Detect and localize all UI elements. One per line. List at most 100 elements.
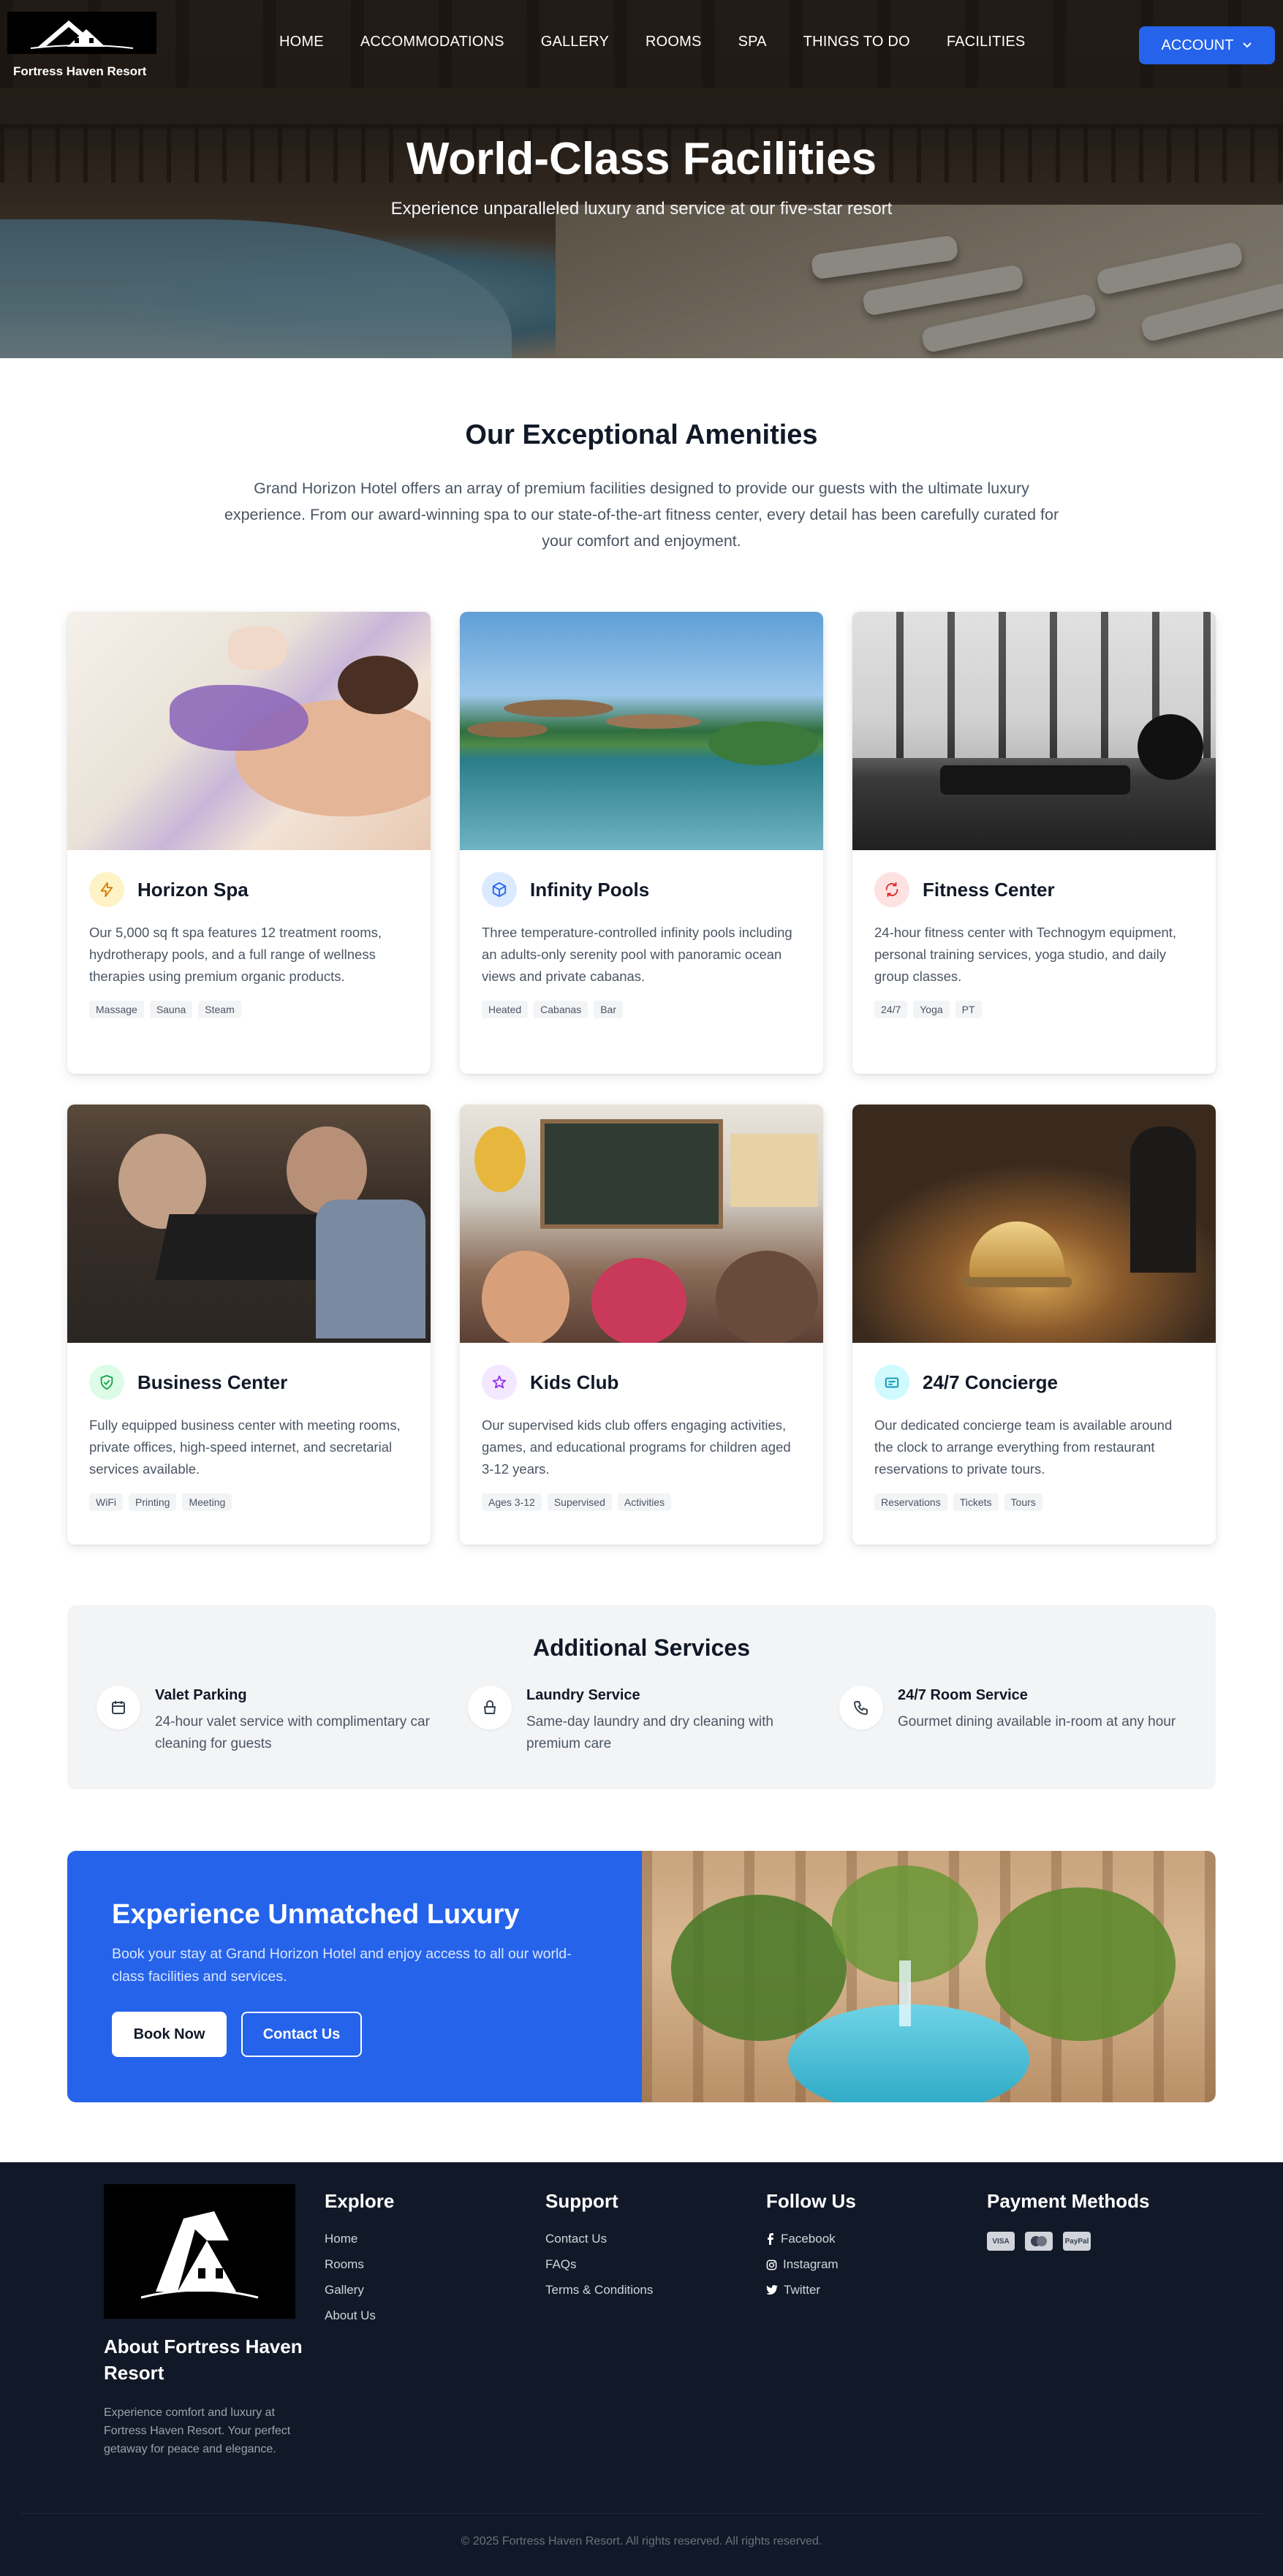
facility-description: Fully equipped business center with meet… xyxy=(89,1417,401,1477)
basket-icon xyxy=(468,1686,512,1730)
footer-explore: Explore Home Rooms Gallery About Us xyxy=(325,2190,394,2334)
nav-accommodations[interactable]: ACCOMMODATIONS xyxy=(360,34,504,50)
service-description: Gourmet dining available in-room at any … xyxy=(898,1714,1176,1730)
account-button[interactable]: ACCOUNT xyxy=(1139,26,1275,64)
hero-banner: Fortress Haven Resort HOME ACCOMMODATION… xyxy=(0,0,1283,358)
footer-link-twitter[interactable]: Twitter xyxy=(766,2283,856,2297)
cta-title: Experience Unmatched Luxury xyxy=(112,1899,520,1930)
footer-link-terms[interactable]: Terms & Conditions xyxy=(545,2283,653,2297)
footer-about-text: Experience comfort and luxury at Fortres… xyxy=(104,2406,291,2455)
facility-card-business[interactable]: Business Center Fully equipped business … xyxy=(67,1105,431,1545)
facility-description: Three temperature-controlled infinity po… xyxy=(482,925,792,984)
facility-title: Business Center xyxy=(137,1371,288,1393)
facility-title: Kids Club xyxy=(530,1371,619,1393)
footer-link-home[interactable]: Home xyxy=(325,2232,394,2246)
additional-services-title: Additional Services xyxy=(533,1634,750,1661)
service-title: Valet Parking xyxy=(155,1687,247,1703)
facility-card-kids[interactable]: Kids Club Our supervised kids club offer… xyxy=(460,1105,823,1545)
cta-text: Book your stay at Grand Horizon Hotel an… xyxy=(112,1946,572,1985)
facility-description: 24-hour fitness center with Technogym eq… xyxy=(874,925,1177,984)
footer-logo[interactable] xyxy=(104,2184,295,2319)
mastercard-icon xyxy=(1025,2232,1053,2251)
contact-us-button[interactable]: Contact Us xyxy=(241,2012,362,2057)
facility-description: Our supervised kids club offers engaging… xyxy=(482,1417,791,1477)
service-room-service: 24/7 Room Service Gourmet dining availab… xyxy=(839,1686,1183,1733)
facility-tags: Reservations Tickets Tours xyxy=(874,1493,1194,1511)
footer-link-facebook[interactable]: Facebook xyxy=(766,2232,856,2246)
payment-methods: VISA PayPal xyxy=(987,2232,1150,2251)
facility-title: Horizon Spa xyxy=(137,878,249,901)
service-valet-parking: Valet Parking 24-hour valet service with… xyxy=(96,1686,440,1755)
nav-spa[interactable]: SPA xyxy=(738,34,767,50)
main-nav: HOME ACCOMMODATIONS GALLERY ROOMS SPA TH… xyxy=(279,34,1061,50)
tag: Supervised xyxy=(547,1493,612,1511)
account-label: ACCOUNT xyxy=(1161,37,1234,53)
footer-link-about[interactable]: About Us xyxy=(325,2308,394,2323)
footer-link-contact[interactable]: Contact Us xyxy=(545,2232,653,2246)
nav-home[interactable]: HOME xyxy=(279,34,324,50)
facility-tags: Ages 3-12 Supervised Activities xyxy=(482,1493,801,1511)
tag: Bar xyxy=(594,1001,623,1018)
calendar-icon xyxy=(96,1686,140,1730)
tag: Sauna xyxy=(149,1001,193,1018)
footer-support: Support Contact Us FAQs Terms & Conditio… xyxy=(545,2190,653,2308)
tag: 24/7 xyxy=(874,1001,908,1018)
shield-check-icon xyxy=(89,1365,124,1400)
brand-name[interactable]: Fortress Haven Resort xyxy=(13,64,146,79)
footer-explore-title: Explore xyxy=(325,2190,395,2212)
footer-payment: Payment Methods VISA PayPal xyxy=(987,2190,1150,2251)
facility-title: Infinity Pools xyxy=(530,878,650,901)
footer-follow: Follow Us Facebook Instagram Twitter xyxy=(766,2190,856,2308)
copyright: © 2025 Fortress Haven Resort. All rights… xyxy=(461,2535,822,2547)
tag: Steam xyxy=(198,1001,241,1018)
nav-things-to-do[interactable]: THINGS TO DO xyxy=(803,34,910,50)
footer-support-title: Support xyxy=(545,2190,618,2212)
facebook-label: Facebook xyxy=(781,2232,836,2246)
footer-follow-title: Follow Us xyxy=(766,2190,856,2212)
paypal-icon: PayPal xyxy=(1063,2232,1091,2251)
twitter-label: Twitter xyxy=(784,2283,821,2297)
tag: Massage xyxy=(89,1001,144,1018)
tag: Yoga xyxy=(913,1001,950,1018)
nav-rooms[interactable]: ROOMS xyxy=(646,34,702,50)
tag: Printing xyxy=(129,1493,177,1511)
bolt-icon xyxy=(89,872,124,907)
tag: Reservations xyxy=(874,1493,947,1511)
footer-link-gallery[interactable]: Gallery xyxy=(325,2283,394,2297)
footer-link-faqs[interactable]: FAQs xyxy=(545,2257,653,2272)
facility-card-pools[interactable]: Infinity Pools Three temperature-control… xyxy=(460,612,823,1074)
cube-icon xyxy=(482,872,517,907)
footer-payment-title: Payment Methods xyxy=(987,2190,1150,2212)
nav-gallery[interactable]: GALLERY xyxy=(541,34,609,50)
footer-about-title: About Fortress Haven Resort xyxy=(104,2336,303,2384)
facility-card-fitness[interactable]: Fitness Center 24-hour fitness center wi… xyxy=(852,612,1216,1074)
footer-divider xyxy=(20,2513,1263,2514)
book-now-button[interactable]: Book Now xyxy=(112,2012,227,2057)
logo[interactable] xyxy=(7,12,156,54)
visa-icon: VISA xyxy=(987,2232,1015,2251)
cta-panel: Experience Unmatched Luxury Book your st… xyxy=(67,1851,642,2102)
house-logo-icon xyxy=(30,20,134,49)
fitness-photo xyxy=(852,612,1216,850)
footer-link-rooms[interactable]: Rooms xyxy=(325,2257,394,2272)
facility-card-concierge[interactable]: 24/7 Concierge Our dedicated concierge t… xyxy=(852,1105,1216,1545)
site-footer: About Fortress Haven Resort Experience c… xyxy=(0,2162,1283,2576)
hero-subtitle: Experience unparalleled luxury and servi… xyxy=(390,199,893,219)
tag: Tours xyxy=(1004,1493,1042,1511)
amenities-intro: Grand Horizon Hotel offers an array of p… xyxy=(224,480,1059,550)
facility-card-spa[interactable]: Horizon Spa Our 5,000 sq ft spa features… xyxy=(67,612,431,1074)
tag: WiFi xyxy=(89,1493,123,1511)
tag: Ages 3-12 xyxy=(482,1493,542,1511)
phone-icon xyxy=(839,1686,883,1730)
footer-link-instagram[interactable]: Instagram xyxy=(766,2257,856,2272)
star-icon xyxy=(482,1365,517,1400)
nav-facilities[interactable]: FACILITIES xyxy=(947,34,1026,50)
twitter-icon xyxy=(766,2285,778,2295)
tag: Heated xyxy=(482,1001,529,1018)
refresh-icon xyxy=(874,872,909,907)
service-title: Laundry Service xyxy=(526,1687,640,1703)
house-logo-icon xyxy=(140,2211,259,2299)
instagram-icon xyxy=(766,2259,777,2270)
facebook-icon xyxy=(768,2233,773,2245)
facility-tags: Massage Sauna Steam xyxy=(89,1001,409,1018)
